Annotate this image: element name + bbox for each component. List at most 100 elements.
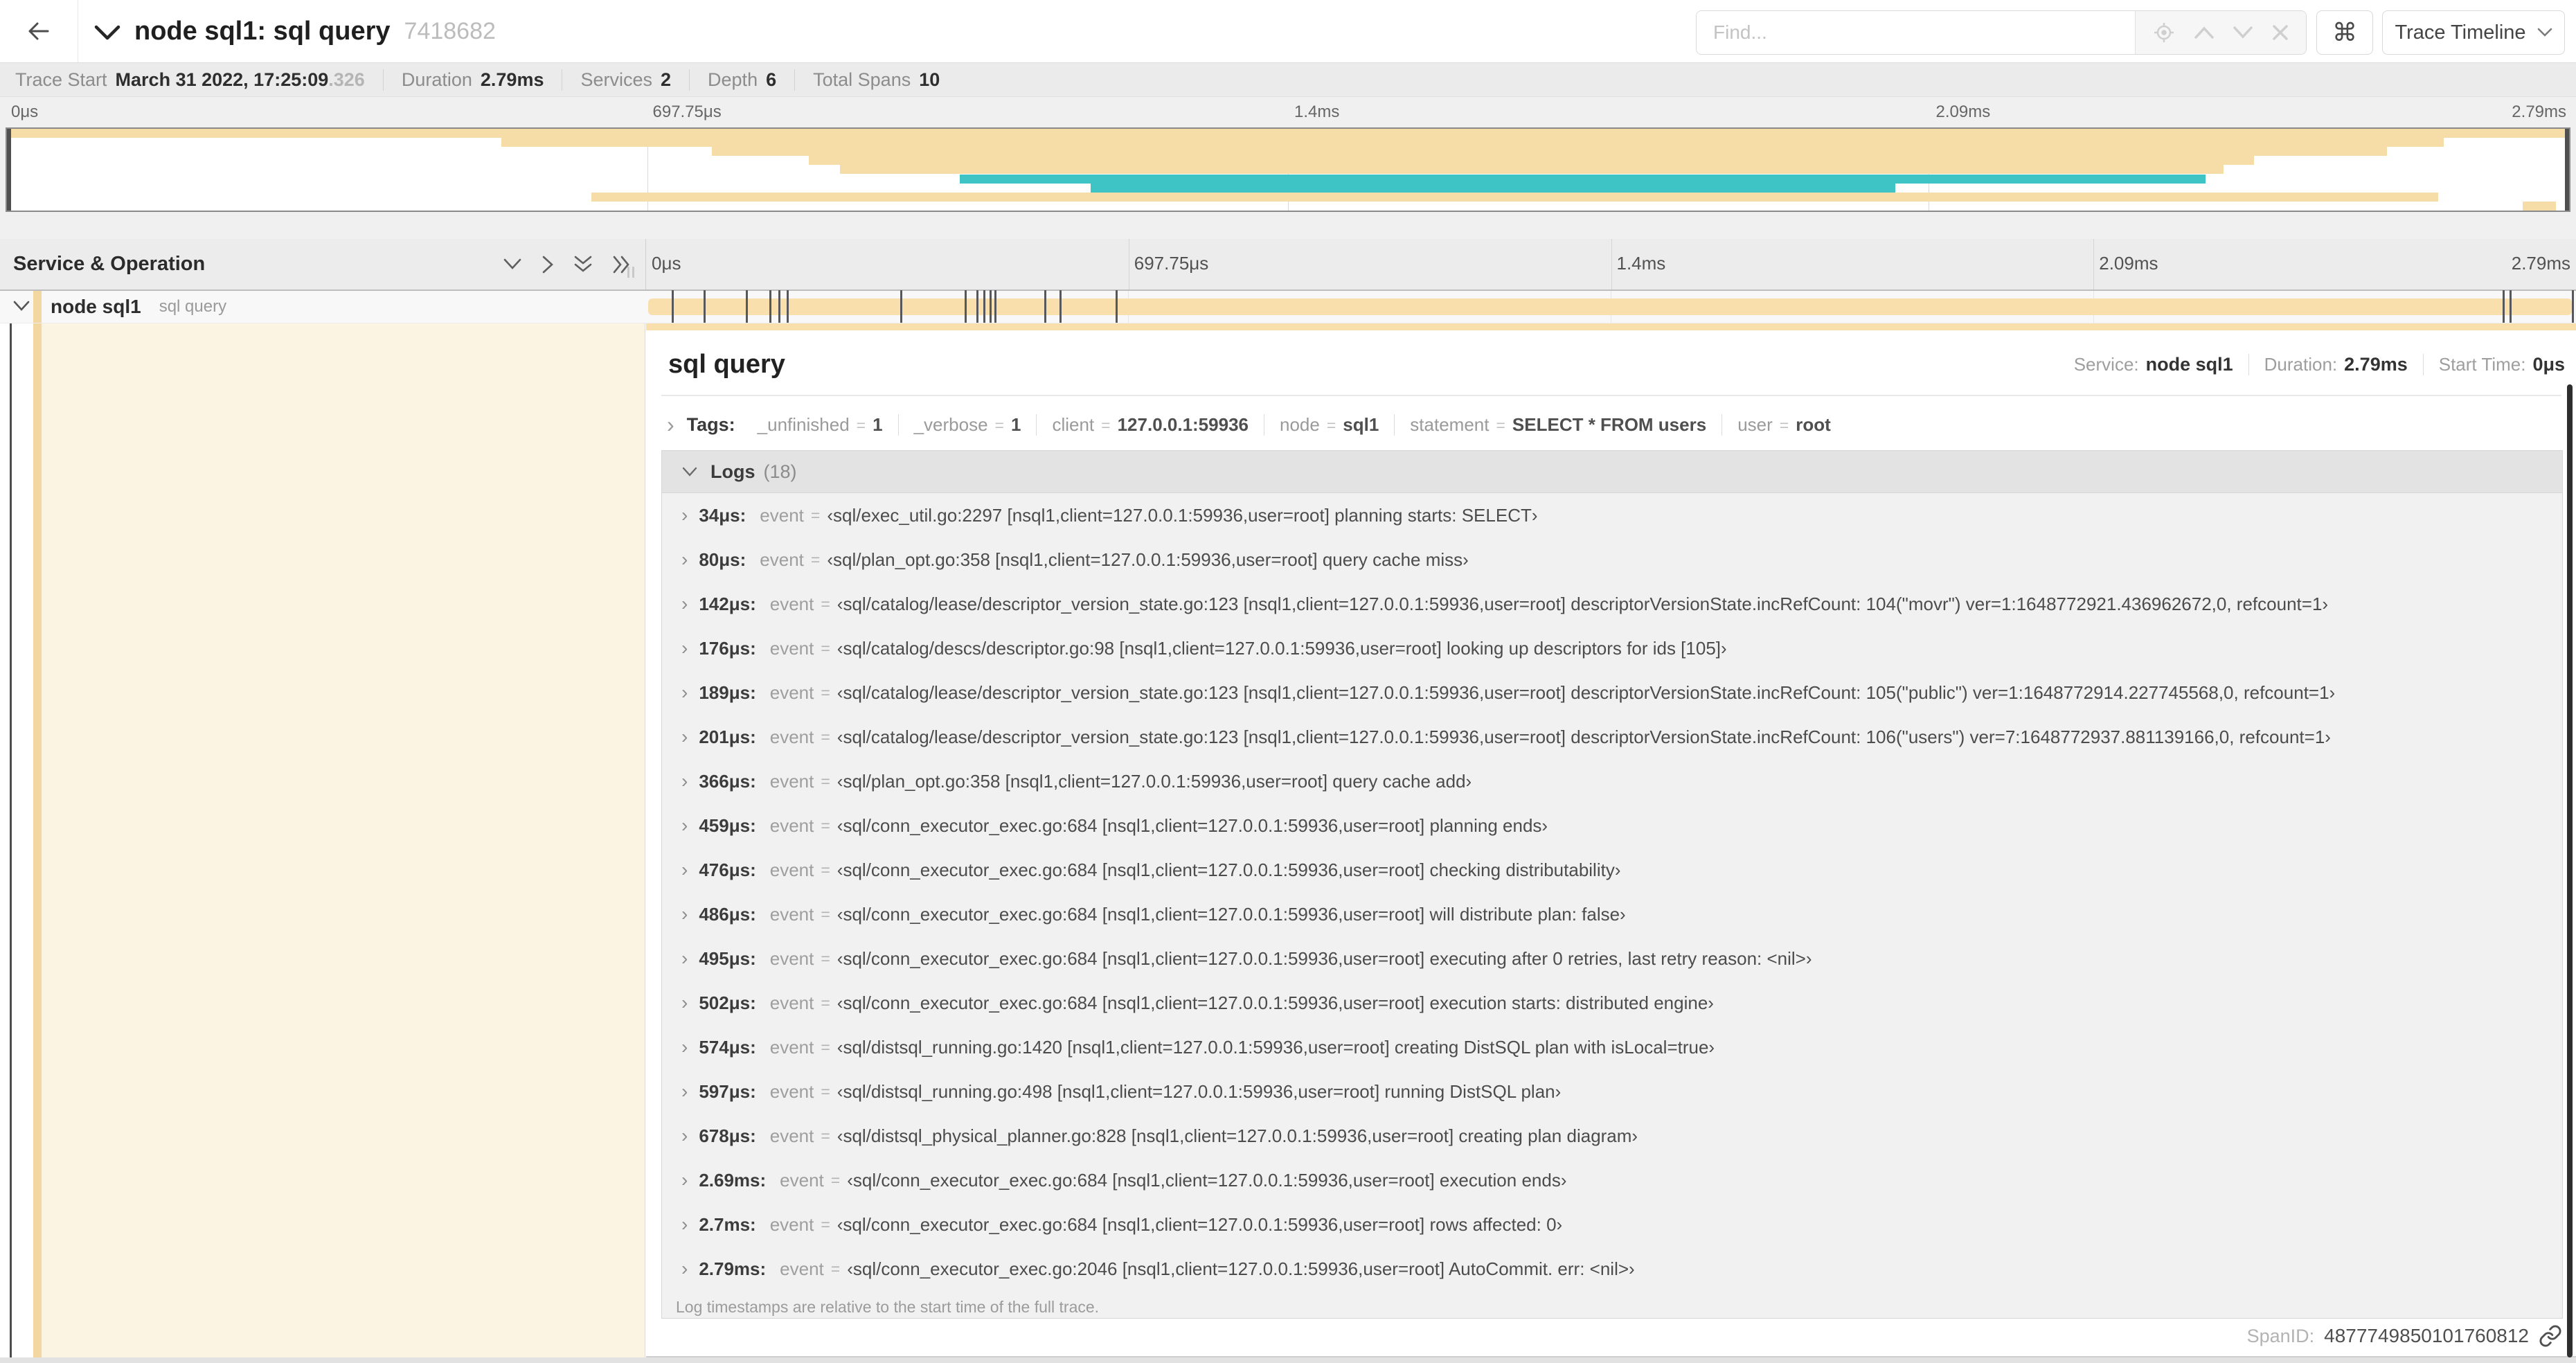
log-marker — [994, 290, 996, 323]
viewport-right-handle[interactable] — [2565, 129, 2569, 211]
log-field-key: event — [769, 637, 814, 659]
tag-value: 1 — [873, 413, 883, 435]
span-id-footer: SpanID: 4877749850101760812 — [2247, 1324, 2562, 1348]
vertical-scrollbar[interactable] — [2567, 384, 2573, 1357]
chevron-right-icon: › — [681, 504, 688, 526]
log-timestamp: 142μs: — [699, 593, 756, 614]
deep-link-icon[interactable] — [2539, 1324, 2562, 1348]
log-field-value: ‹sql/catalog/lease/descriptor_version_st… — [837, 593, 2329, 614]
log-entry[interactable]: › 574μs: event = ‹sql/distsql_running.go:142… — [662, 1025, 2562, 1069]
minimap-span-bar — [809, 156, 2254, 166]
summary-value: node sql1 — [2145, 354, 2233, 375]
service-indent-guide[interactable] — [33, 323, 42, 1357]
chevron-down-icon — [2537, 28, 2552, 37]
ruler-gridline — [1611, 239, 1612, 289]
collapse-deep-icon[interactable] — [573, 254, 593, 275]
arrow-left-icon — [26, 18, 52, 44]
log-entry[interactable]: › 2.69ms: event = ‹sql/conn_executor_exec.go… — [662, 1158, 2562, 1202]
tag-item[interactable]: node = sql1 — [1263, 413, 1394, 436]
minimap-span-bar — [960, 174, 2206, 184]
log-field-value: ‹sql/conn_executor_exec.go:684 [nsql1,cl… — [837, 947, 1812, 969]
log-entry[interactable]: › 34μs: event = ‹sql/exec_util.go:2297 [nsql… — [662, 493, 2562, 537]
span-row-node-sql1[interactable]: node sql1 sql query — [0, 290, 2576, 323]
log-timestamp: 678μs: — [699, 1125, 756, 1146]
find-input[interactable] — [1697, 11, 2135, 54]
equals-sign: = — [1326, 416, 1336, 434]
chevron-right-icon: › — [667, 411, 674, 437]
trace-view-dropdown[interactable]: Trace Timeline — [2382, 10, 2565, 55]
log-field-key: event — [769, 992, 814, 1013]
timeline-minimap: 0μs 697.75μs 1.4ms 2.09ms 2.79ms — [0, 97, 2576, 239]
log-entry[interactable]: › 366μs: event = ‹sql/plan_opt.go:358 [nsql1… — [662, 759, 2562, 803]
collapse-all-icon[interactable] — [502, 258, 523, 271]
equals-sign: = — [994, 416, 1004, 434]
log-marker — [989, 290, 992, 323]
locate-span-icon[interactable] — [2152, 21, 2176, 44]
log-marker — [2503, 290, 2505, 323]
log-timestamp: 176μs: — [699, 637, 756, 659]
clear-search-icon[interactable] — [2271, 24, 2289, 42]
log-entry[interactable]: › 2.79ms: event = ‹sql/conn_executor_exec.go… — [662, 1247, 2562, 1291]
log-entry[interactable]: › 597μs: event = ‹sql/distsql_running.go:498… — [662, 1069, 2562, 1114]
log-entry[interactable]: › 142μs: event = ‹sql/catalog/lease/descript… — [662, 582, 2562, 626]
equals-sign: = — [821, 639, 830, 657]
equals-sign: = — [821, 860, 830, 879]
time-tick-label: 2.79ms — [2512, 103, 2566, 121]
time-tick-label: 2.79ms — [2511, 253, 2570, 274]
log-entry[interactable]: › 189μs: event = ‹sql/catalog/lease/descript… — [662, 670, 2562, 715]
equals-sign: = — [1496, 416, 1505, 434]
log-entry[interactable]: › 502μs: event = ‹sql/conn_executor_exec.go:… — [662, 981, 2562, 1025]
log-entry[interactable]: › 459μs: event = ‹sql/conn_executor_exec.go:… — [662, 803, 2562, 848]
chevron-right-icon: › — [681, 637, 688, 659]
collapse-trace-chevron-icon[interactable] — [93, 24, 122, 42]
next-result-icon[interactable] — [2232, 25, 2254, 40]
log-field-value: ‹sql/conn_executor_exec.go:684 [nsql1,cl… — [837, 814, 1548, 836]
find-box — [1696, 10, 2307, 55]
log-field-value: ‹sql/conn_executor_exec.go:684 [nsql1,cl… — [837, 1213, 1563, 1235]
minimap-span-bar — [711, 147, 2388, 157]
log-entry[interactable]: › 486μs: event = ‹sql/conn_executor_exec.go:… — [662, 892, 2562, 936]
minimap-span-bar — [501, 138, 2444, 148]
minimap-canvas[interactable] — [6, 127, 2570, 212]
tag-item[interactable]: user = root — [1721, 413, 1846, 436]
meta-label: Total Spans — [813, 69, 911, 90]
log-entry[interactable]: › 176μs: event = ‹sql/catalog/descs/descript… — [662, 626, 2562, 670]
span-duration-bar[interactable] — [648, 299, 2572, 315]
viewport-left-handle[interactable] — [7, 129, 11, 211]
logs-section-toggle[interactable]: Logs (18) — [662, 451, 2562, 493]
log-entry[interactable]: › 495μs: event = ‹sql/conn_executor_exec.go:… — [662, 936, 2562, 981]
find-tools — [2135, 11, 2306, 54]
tag-item[interactable]: client = 127.0.0.1:59936 — [1036, 413, 1264, 436]
equals-sign: = — [821, 905, 830, 923]
tags-section-toggle[interactable]: › Tags: _unfinished = 1 _verbose = 1 client = 12… — [667, 407, 1846, 443]
log-entry[interactable]: › 476μs: event = ‹sql/conn_executor_exec.go:… — [662, 848, 2562, 892]
log-entry[interactable]: › 678μs: event = ‹sql/distsql_physical_plann… — [662, 1114, 2562, 1158]
back-button[interactable] — [0, 0, 78, 62]
timeline-ruler: 0μs 697.75μs 1.4ms 2.09ms 2.79ms — [645, 239, 2576, 289]
logs-caption: Log timestamps are relative to the start… — [676, 1298, 1100, 1316]
log-field-value: ‹sql/plan_opt.go:358 [nsql1,client=127.0… — [827, 549, 1469, 570]
log-field-value: ‹sql/conn_executor_exec.go:684 [nsql1,cl… — [837, 903, 1626, 925]
expand-one-icon[interactable] — [541, 254, 555, 275]
log-marker — [2510, 290, 2512, 323]
equals-sign: = — [821, 727, 830, 746]
log-entry[interactable]: › 201μs: event = ‹sql/catalog/lease/descript… — [662, 715, 2562, 759]
tag-item[interactable]: _verbose = 1 — [897, 413, 1037, 436]
log-field-value: ‹sql/conn_executor_exec.go:684 [nsql1,cl… — [837, 859, 1621, 880]
keyboard-shortcuts-button[interactable]: ⌘ — [2316, 10, 2373, 55]
log-field-value: ‹sql/conn_executor_exec.go:684 [nsql1,cl… — [847, 1169, 1567, 1191]
span-collapse-chevron-icon[interactable] — [12, 300, 30, 312]
span-color-accent-bar — [646, 323, 2576, 330]
tag-key: _verbose — [913, 413, 988, 435]
tag-item[interactable]: _unfinished = 1 — [742, 414, 898, 436]
log-timestamp: 476μs: — [699, 859, 756, 880]
span-bar-cell[interactable] — [645, 290, 2576, 323]
bottom-edge — [0, 1357, 2576, 1363]
tag-item[interactable]: statement = SELECT * FROM users — [1394, 413, 1721, 436]
column-resizer[interactable] — [627, 267, 634, 278]
log-entry[interactable]: › 2.7ms: event = ‹sql/conn_executor_exec.go:… — [662, 1202, 2562, 1247]
prev-result-icon[interactable] — [2193, 25, 2215, 40]
time-tick-label: 2.09ms — [2099, 253, 2158, 274]
log-field-key: event — [780, 1258, 824, 1279]
log-entry[interactable]: › 80μs: event = ‹sql/plan_opt.go:358 [nsql1,… — [662, 537, 2562, 582]
